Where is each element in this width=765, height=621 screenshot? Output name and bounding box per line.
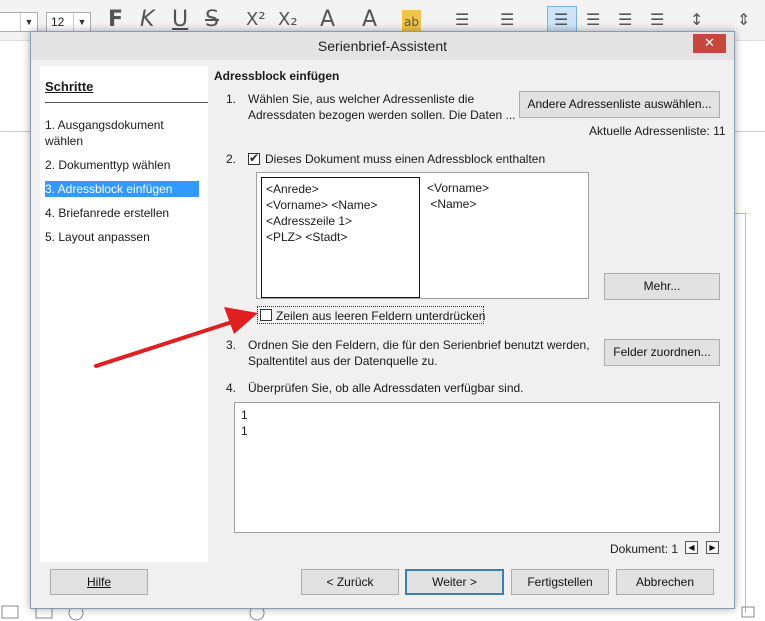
- step-item-1[interactable]: 1. Ausgangsdokument wählen: [45, 117, 195, 149]
- align-left-icon[interactable]: ☰: [554, 8, 568, 32]
- section-title: Adressblock einfügen: [214, 69, 340, 83]
- help-label: Hilfe: [86, 575, 111, 589]
- chevron-down-icon[interactable]: ▼: [73, 13, 90, 31]
- address-block-checkbox[interactable]: ✔: [248, 151, 260, 165]
- step-item-3[interactable]: 3. Adressblock einfügen: [45, 181, 199, 197]
- address-preview-list[interactable]: 1 1: [234, 402, 720, 533]
- address-block-line: <PLZ> <Stadt>: [266, 230, 348, 244]
- preview-line: 1: [241, 424, 248, 438]
- steps-heading: Schritte: [45, 79, 94, 94]
- dialog-title: Serienbrief-Assistent: [317, 38, 448, 54]
- more-button[interactable]: Mehr...: [604, 273, 720, 300]
- font-size-combo[interactable]: 12 ▼: [46, 12, 91, 32]
- address-block-checkbox-label[interactable]: Dieses Dokument muss einen Adressblock e…: [265, 151, 545, 167]
- cancel-button[interactable]: Abbrechen: [616, 569, 714, 595]
- numbered-list-icon[interactable]: ☰: [500, 8, 514, 32]
- finish-label: Fertigstellen: [527, 575, 593, 589]
- step1-text-line1: Wählen Sie, aus welcher Adressenliste di…: [248, 92, 475, 106]
- address-block-line: <Name>: [427, 197, 477, 211]
- line-spacing-icon[interactable]: ↕: [690, 8, 703, 32]
- match-fields-label: Felder zuordnen...: [613, 345, 711, 359]
- current-address-list: Aktuelle Adressenliste: 11: [589, 124, 726, 138]
- step4-text: Überprüfen Sie, ob alle Adressdaten verf…: [248, 381, 524, 395]
- step2-number: 2.: [226, 152, 237, 166]
- bullet-list-icon[interactable]: ☰: [455, 8, 469, 32]
- back-button[interactable]: < Zurück: [301, 569, 399, 595]
- step3-text-line2: Spaltentitel aus der Datenquelle zu.: [248, 354, 438, 368]
- bold-icon[interactable]: F: [108, 8, 123, 32]
- suppress-empty-lines-label[interactable]: Zeilen aus leeren Feldern unterdrücken: [276, 308, 485, 324]
- finish-button[interactable]: Fertigstellen: [511, 569, 609, 595]
- address-block-line: <Adresszeile 1>: [266, 214, 353, 228]
- select-address-list-button[interactable]: Andere Adressenliste auswählen...: [519, 91, 720, 118]
- cancel-label: Abbrechen: [635, 575, 695, 589]
- font-size-value: 12: [51, 15, 65, 29]
- match-fields-button[interactable]: Felder zuordnen...: [604, 339, 720, 366]
- font-color-icon[interactable]: A: [362, 8, 377, 32]
- close-button[interactable]: ✕: [693, 34, 726, 53]
- next-button[interactable]: Weiter >: [405, 569, 504, 595]
- chevron-down-icon[interactable]: ▼: [20, 13, 37, 31]
- select-address-list-label: Andere Adressenliste auswählen...: [527, 97, 712, 111]
- suppress-empty-lines-checkbox[interactable]: [260, 309, 272, 321]
- paragraph-style-combo[interactable]: ▼: [0, 12, 38, 32]
- next-label: Weiter >: [432, 575, 477, 589]
- close-icon[interactable]: ✕: [704, 35, 715, 50]
- italic-icon[interactable]: K: [140, 8, 154, 32]
- strikethrough-icon[interactable]: S: [205, 8, 219, 32]
- divider: [45, 102, 208, 103]
- address-block-line: <Vorname>: [427, 181, 490, 195]
- superscript-icon[interactable]: X²: [246, 8, 266, 32]
- step-item-4[interactable]: 4. Briefanrede erstellen: [45, 205, 195, 221]
- dialog-titlebar: Serienbrief-Assistent ✕: [31, 32, 734, 60]
- step3-number: 3.: [226, 338, 237, 352]
- address-block-option-1[interactable]: <Anrede> <Vorname> <Name> <Adresszeile 1…: [261, 177, 420, 298]
- address-block-preview[interactable]: <Anrede> <Vorname> <Name> <Adresszeile 1…: [256, 172, 589, 299]
- checkmark-icon: ✔: [249, 151, 260, 165]
- triangle-right-icon: ▶: [709, 543, 716, 552]
- step1-text-line2: Adressdaten bezogen werden sollen. Die D…: [248, 108, 516, 122]
- step4-number: 4.: [226, 381, 237, 395]
- address-block-line: <Vorname> <Name>: [266, 198, 378, 212]
- step1-number: 1.: [226, 92, 237, 106]
- paragraph-spacing-icon[interactable]: ⇕: [737, 8, 750, 32]
- back-label: < Zurück: [326, 575, 374, 589]
- step-item-5[interactable]: 5. Layout anpassen: [45, 229, 195, 245]
- help-button[interactable]: Hilfe: [50, 569, 148, 595]
- more-label: Mehr...: [643, 279, 681, 293]
- clear-formatting-icon[interactable]: A: [320, 8, 335, 32]
- page-margin-guide: [745, 213, 746, 613]
- mail-merge-wizard-dialog: Serienbrief-Assistent ✕ Schritte 1. Ausg…: [30, 31, 735, 609]
- step3-text-line1: Ordnen Sie den Feldern, die für den Seri…: [248, 338, 590, 352]
- align-center-icon[interactable]: ☰: [586, 8, 600, 32]
- triangle-left-icon: ◀: [688, 543, 695, 552]
- justify-icon[interactable]: ☰: [650, 8, 664, 32]
- underline-icon[interactable]: U: [172, 8, 188, 32]
- next-document-button[interactable]: ▶: [706, 541, 719, 554]
- steps-panel: Schritte 1. Ausgangsdokument wählen 2. D…: [40, 66, 208, 562]
- step-item-2[interactable]: 2. Dokumenttyp wählen: [45, 157, 195, 173]
- document-counter: Dokument: 1: [610, 542, 679, 556]
- address-block-line: <Anrede>: [266, 182, 319, 196]
- subscript-icon[interactable]: X₂: [278, 8, 298, 32]
- preview-line: 1: [241, 408, 248, 422]
- previous-document-button[interactable]: ◀: [685, 541, 698, 554]
- align-right-icon[interactable]: ☰: [618, 8, 632, 32]
